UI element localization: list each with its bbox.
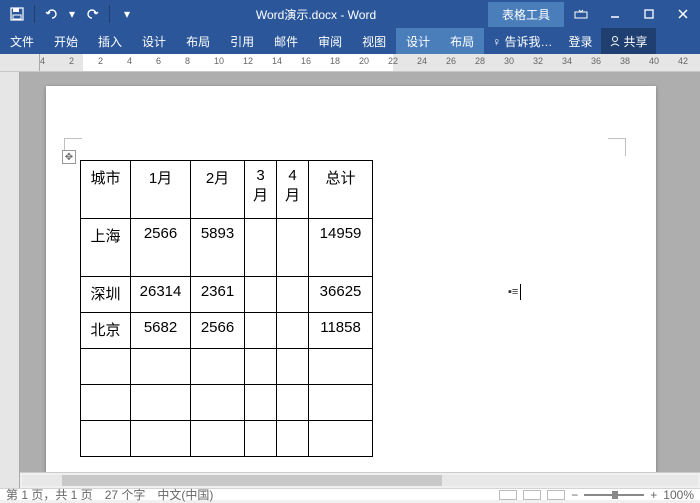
minimize-button[interactable] [598,0,632,28]
table-cell[interactable]: 2566 [191,313,245,349]
undo-dropdown[interactable]: ▾ [67,3,77,25]
table-header-row: 城市 1月 2月 3 月 4 月 总计 [81,161,373,219]
table-cell[interactable]: 5682 [131,313,191,349]
document-area[interactable]: ✥ 城市 1月 2月 3 月 4 月 总计 上海2566589314959深圳2… [20,72,700,488]
table-cell[interactable]: 36625 [309,277,373,313]
view-read-button[interactable] [499,490,517,500]
table-cell[interactable] [131,349,191,385]
undo-button[interactable] [41,3,63,25]
table-cell[interactable] [245,421,277,457]
table-row: 深圳263142361 36625 [81,277,373,313]
table-cell[interactable] [245,313,277,349]
login-link[interactable]: 登录 [561,28,601,55]
table-cell[interactable] [191,421,245,457]
share-button[interactable]: 共享 [601,28,656,55]
table-cell[interactable] [277,313,309,349]
text-cursor: ▪≡ [508,284,521,300]
ribbon-options-button[interactable] [564,0,598,28]
header-month1[interactable]: 1月 [131,161,191,219]
tab-review[interactable]: 审阅 [308,28,352,55]
header-month3[interactable]: 3 月 [245,161,277,219]
table-cell[interactable] [277,385,309,421]
document-workspace: ✥ 城市 1月 2月 3 月 4 月 总计 上海2566589314959深圳2… [0,72,700,488]
tab-table-design[interactable]: 设计 [396,28,440,55]
page-count[interactable]: 第 1 页，共 1 页 [6,486,93,503]
table-cell[interactable]: 11858 [309,313,373,349]
save-button[interactable] [6,3,28,25]
quick-access-toolbar: ▾ ▾ [0,3,144,25]
zoom-slider[interactable] [584,494,644,496]
table-cell[interactable] [81,385,131,421]
table-cell[interactable] [245,385,277,421]
maximize-button[interactable] [632,0,666,28]
qat-customize[interactable]: ▾ [116,3,138,25]
table-cell[interactable] [277,219,309,277]
table-cell[interactable] [131,421,191,457]
page: ✥ 城市 1月 2月 3 月 4 月 总计 上海2566589314959深圳2… [46,86,656,488]
view-web-button[interactable] [547,490,565,500]
horizontal-ruler[interactable]: 4224681012141618202224262830323436384042 [0,54,700,72]
table-cell[interactable]: 26314 [131,277,191,313]
table-cell[interactable] [245,349,277,385]
language-status[interactable]: 中文(中国) [157,486,213,503]
table-cell[interactable]: 上海 [81,219,131,277]
tab-view[interactable]: 视图 [352,28,396,55]
table-cell[interactable]: 北京 [81,313,131,349]
table-row: 北京56822566 11858 [81,313,373,349]
paragraph-mark-icon: ▪≡ [508,286,518,298]
table-cell[interactable] [245,277,277,313]
scroll-thumb[interactable] [62,475,442,486]
table-cell[interactable]: 2361 [191,277,245,313]
table-cell[interactable] [131,385,191,421]
table-cell[interactable]: 5893 [191,219,245,277]
tab-table-layout[interactable]: 布局 [440,28,484,55]
header-total[interactable]: 总计 [309,161,373,219]
zoom-out-button[interactable]: − [571,488,578,502]
header-month4[interactable]: 4 月 [277,161,309,219]
table-cell[interactable] [245,219,277,277]
header-city[interactable]: 城市 [81,161,131,219]
tab-design[interactable]: 设计 [132,28,176,55]
document-title: Word演示.docx - Word [144,6,488,23]
window-controls [564,0,700,28]
tab-file[interactable]: 文件 [0,28,44,55]
table-row [81,385,373,421]
table-cell[interactable] [309,421,373,457]
tab-references[interactable]: 引用 [220,28,264,55]
header-month2[interactable]: 2月 [191,161,245,219]
table-cell[interactable]: 2566 [131,219,191,277]
close-button[interactable] [666,0,700,28]
table-cell[interactable] [191,385,245,421]
vertical-ruler[interactable] [0,72,20,488]
table-cell[interactable] [309,385,373,421]
table-cell[interactable] [191,349,245,385]
view-print-button[interactable] [523,490,541,500]
data-table[interactable]: 城市 1月 2月 3 月 4 月 总计 上海2566589314959深圳263… [80,160,373,457]
tab-insert[interactable]: 插入 [88,28,132,55]
table-cell[interactable] [81,421,131,457]
table-cell[interactable] [277,421,309,457]
tab-mailings[interactable]: 邮件 [264,28,308,55]
table-cell[interactable] [277,277,309,313]
table-cell[interactable] [81,349,131,385]
table-row [81,349,373,385]
title-bar: ▾ ▾ Word演示.docx - Word 表格工具 [0,0,700,28]
table-cell[interactable] [277,349,309,385]
word-count[interactable]: 27 个字 [105,486,146,503]
zoom-level[interactable]: 100% [663,488,694,502]
tab-home[interactable]: 开始 [44,28,88,55]
table-cell[interactable]: 14959 [309,219,373,277]
table-tools-label: 表格工具 [488,2,564,27]
status-bar: 第 1 页，共 1 页 27 个字 中文(中国) − + 100% [0,488,700,500]
table-move-handle[interactable]: ✥ [62,150,76,164]
zoom-in-button[interactable]: + [650,488,657,502]
ribbon-tabs: 文件 开始 插入 设计 布局 引用 邮件 审阅 视图 设计 布局 ♀ 告诉我… … [0,28,700,54]
table-row: 上海25665893 14959 [81,219,373,277]
tell-me-search[interactable]: ♀ 告诉我… [484,28,560,55]
tab-layout[interactable]: 布局 [176,28,220,55]
table-cell[interactable] [309,349,373,385]
table-cell[interactable]: 深圳 [81,277,131,313]
table-row [81,421,373,457]
redo-button[interactable] [81,3,103,25]
